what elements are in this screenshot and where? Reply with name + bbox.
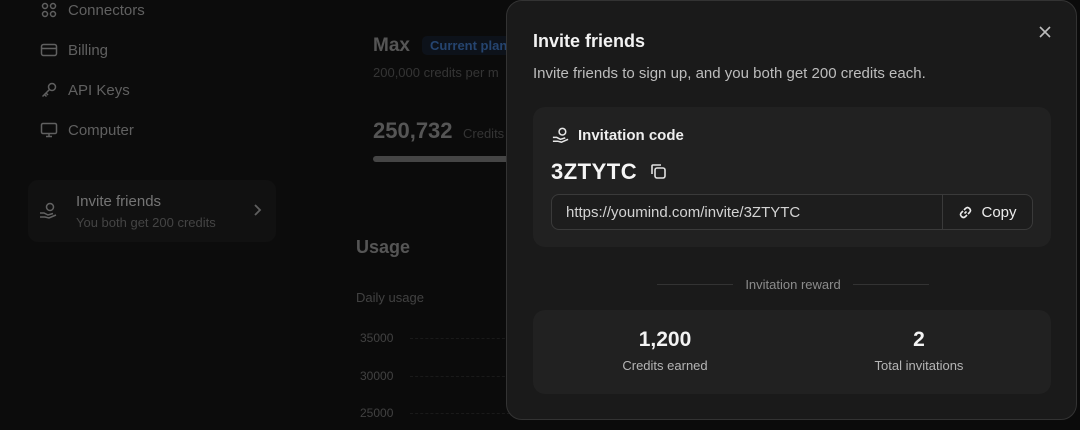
credits-earned-value: 1,200 (638, 328, 692, 351)
invitation-code-header: Invitation code (551, 126, 684, 145)
invitation-code-value: 3ZTYTC (551, 159, 638, 184)
invitation-code-card: Invitation code 3ZTYTC Copy (533, 107, 1051, 247)
copy-button-label: Copy (981, 203, 1017, 221)
invite-link-row: Copy (551, 194, 1033, 230)
divider-line (852, 283, 930, 285)
close-icon[interactable] (1036, 23, 1054, 41)
divider-line (657, 283, 734, 285)
invitation-reward-divider: Invitation reward (657, 275, 930, 293)
invite-friends-modal: Invite friends Invite friends to sign up… (506, 0, 1077, 420)
total-invitations-value: 2 (913, 328, 925, 351)
copy-icon[interactable] (649, 162, 668, 181)
modal-description: Invite friends to sign up, and you both … (533, 65, 926, 82)
invite-link-input[interactable] (552, 195, 942, 229)
copy-link-button[interactable]: Copy (942, 195, 1032, 229)
link-icon (960, 206, 972, 218)
hand-coin-icon (552, 127, 569, 143)
modal-title: Invite friends (533, 31, 646, 51)
invitation-code-label: Invitation code (578, 127, 684, 144)
credits-earned-stat: 1,200 Credits earned (565, 328, 765, 373)
invitation-reward-card: 1,200 Credits earned 2 Total invitations (533, 310, 1051, 394)
invitation-reward-label: Invitation reward (745, 276, 841, 292)
credits-earned-label: Credits earned (622, 358, 708, 373)
total-invitations-label: Total invitations (874, 358, 964, 373)
total-invitations-stat: 2 Total invitations (819, 328, 1019, 373)
